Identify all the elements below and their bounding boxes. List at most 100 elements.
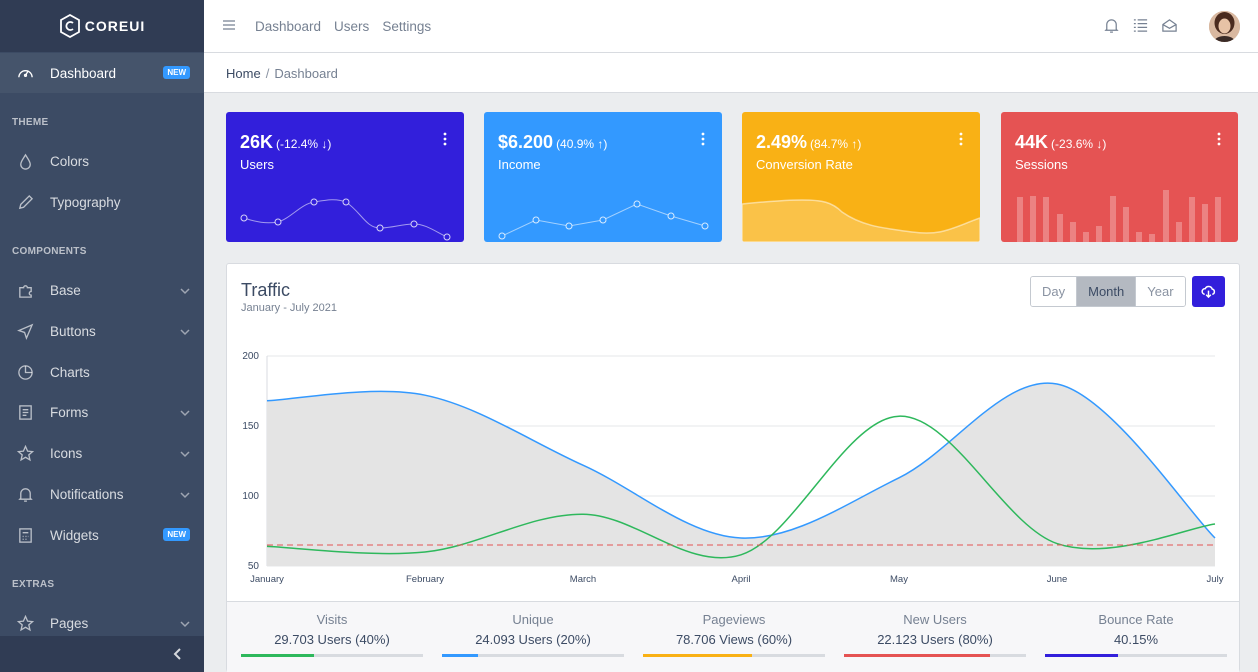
sidebar-item-icons[interactable]: Icons (0, 433, 204, 473)
day-button[interactable]: Day (1031, 277, 1078, 306)
y-tick-label: 100 (242, 491, 259, 502)
stat-visits: Visits 29.703 Users (40%) (241, 612, 423, 647)
brand[interactable]: COREUI (0, 0, 204, 52)
avatar[interactable] (1209, 11, 1240, 42)
widget-bar-chart (1017, 190, 1221, 242)
sidebar: COREUI Dashboard NEW THEME Colors Typogr… (0, 0, 204, 672)
breadcrumb-current: Dashboard (274, 66, 338, 81)
download-button[interactable] (1192, 276, 1225, 307)
sidebar-item-label: Pages (50, 615, 89, 631)
sidebar-section-theme: THEME (12, 117, 49, 128)
stat-unique: Unique 24.093 Users (20%) (442, 612, 624, 647)
envelope-open-icon[interactable] (1161, 17, 1178, 34)
pencil-icon (16, 193, 34, 211)
coreui-logo-icon (59, 14, 80, 38)
sidebar-item-charts[interactable]: Charts (0, 352, 204, 392)
widget-value: 26K (240, 132, 274, 152)
year-button[interactable]: Year (1136, 277, 1185, 306)
header-nav-users[interactable]: Users (334, 19, 369, 34)
x-tick-label: February (406, 574, 444, 585)
cursor-icon (16, 322, 34, 340)
more-options-icon[interactable] (1217, 132, 1221, 146)
y-tick-label: 50 (248, 561, 260, 572)
widget-conversion-rate: 2.49% (84.7% ↑) Conversion Rate (742, 112, 980, 242)
sidebar-minimizer[interactable] (0, 636, 204, 672)
stat-progress (1045, 654, 1227, 657)
traffic-line-chart: 50 100 150 200 January February March April May J… (242, 351, 1224, 585)
stat-progress (844, 654, 1026, 657)
month-button[interactable]: Month (1077, 277, 1137, 306)
widget-value: $6.200 (498, 132, 554, 152)
sidebar-item-label: Icons (50, 445, 83, 461)
chevron-down-icon (180, 284, 190, 295)
x-tick-label: June (1047, 574, 1068, 585)
widget-change: (84.7% ↑) (810, 137, 862, 151)
x-tick-label: March (570, 574, 596, 585)
bell-icon (16, 485, 34, 503)
widget-label: Sessions (1015, 157, 1068, 172)
chevron-down-icon (180, 325, 190, 336)
stat-value: 22.123 Users (80%) (877, 632, 993, 647)
chevron-left-icon (173, 648, 181, 660)
more-options-icon[interactable] (701, 132, 705, 146)
stat-pageviews: Pageviews 78.706 Views (60%) (643, 612, 825, 647)
sidebar-item-colors[interactable]: Colors (0, 141, 204, 181)
widget-sessions: 44K (-23.6% ↓) Sessions (1001, 112, 1238, 242)
bell-icon[interactable] (1103, 17, 1120, 34)
stat-value: 40.15% (1113, 632, 1159, 647)
speedometer-icon (16, 64, 34, 82)
sidebar-item-dashboard[interactable]: Dashboard NEW (0, 53, 204, 93)
sidebar-item-widgets[interactable]: Widgets NEW (0, 515, 204, 555)
widget-area-chart (742, 199, 980, 242)
sidebar-item-label: Charts (50, 364, 90, 380)
widget-users: 26K (-12.4% ↓) Users (226, 112, 464, 242)
stat-label: Visits (316, 612, 348, 627)
header-nav-settings[interactable]: Settings (382, 19, 431, 34)
breadcrumb-home[interactable]: Home (226, 66, 261, 81)
hamburger-menu-icon[interactable] (222, 18, 236, 32)
sidebar-item-typography[interactable]: Typography (0, 182, 204, 222)
widget-change: (-23.6% ↓) (1051, 137, 1107, 151)
new-badge: NEW (163, 528, 190, 541)
header-icons (1103, 17, 1178, 34)
y-tick-label: 150 (242, 421, 259, 432)
stat-label: New Users (903, 612, 967, 627)
list-icon[interactable] (1132, 17, 1149, 34)
sidebar-item-label: Colors (50, 153, 90, 169)
chevron-down-icon (180, 488, 190, 499)
subheader: Home / Dashboard (204, 53, 1258, 93)
y-tick-label: 200 (242, 351, 259, 362)
x-tick-label: July (1207, 574, 1224, 585)
sidebar-item-label: Widgets (50, 527, 99, 543)
chart-pie-icon (16, 363, 34, 381)
sidebar-item-label: Base (50, 282, 81, 298)
new-badge: NEW (163, 66, 190, 79)
chevron-down-icon (180, 617, 190, 628)
traffic-card: Traffic January - July 2021 Day Month Ye… (226, 263, 1240, 672)
stat-bounce-rate: Bounce Rate 40.15% (1045, 612, 1227, 647)
widget-change: (-12.4% ↓) (276, 137, 332, 151)
sidebar-section-components: COMPONENTS (12, 246, 87, 257)
sidebar-item-label: Buttons (50, 323, 96, 339)
chevron-down-icon (180, 447, 190, 458)
x-tick-label: January (250, 574, 284, 585)
star-icon (16, 614, 34, 632)
sidebar-item-label: Notifications (50, 486, 124, 502)
sidebar-item-notifications[interactable]: Notifications (0, 474, 204, 514)
notes-icon (16, 403, 34, 421)
stat-progress (241, 654, 423, 657)
widget-sparkline (240, 198, 451, 241)
sidebar-item-label: Typography (50, 194, 121, 210)
sidebar-item-base[interactable]: Base (0, 270, 204, 310)
sidebar-item-buttons[interactable]: Buttons (0, 311, 204, 351)
stat-label: Pageviews (702, 612, 766, 627)
header: Dashboard Users Settings (204, 0, 1258, 53)
calculator-icon (16, 526, 34, 544)
more-options-icon[interactable] (443, 132, 447, 146)
sidebar-item-forms[interactable]: Forms (0, 392, 204, 432)
header-nav-dashboard[interactable]: Dashboard (255, 19, 321, 34)
more-options-icon[interactable] (959, 132, 963, 146)
stat-value: 78.706 Views (60%) (675, 632, 793, 647)
cloud-download-icon (1201, 285, 1216, 299)
widget-sparkline (498, 200, 709, 240)
